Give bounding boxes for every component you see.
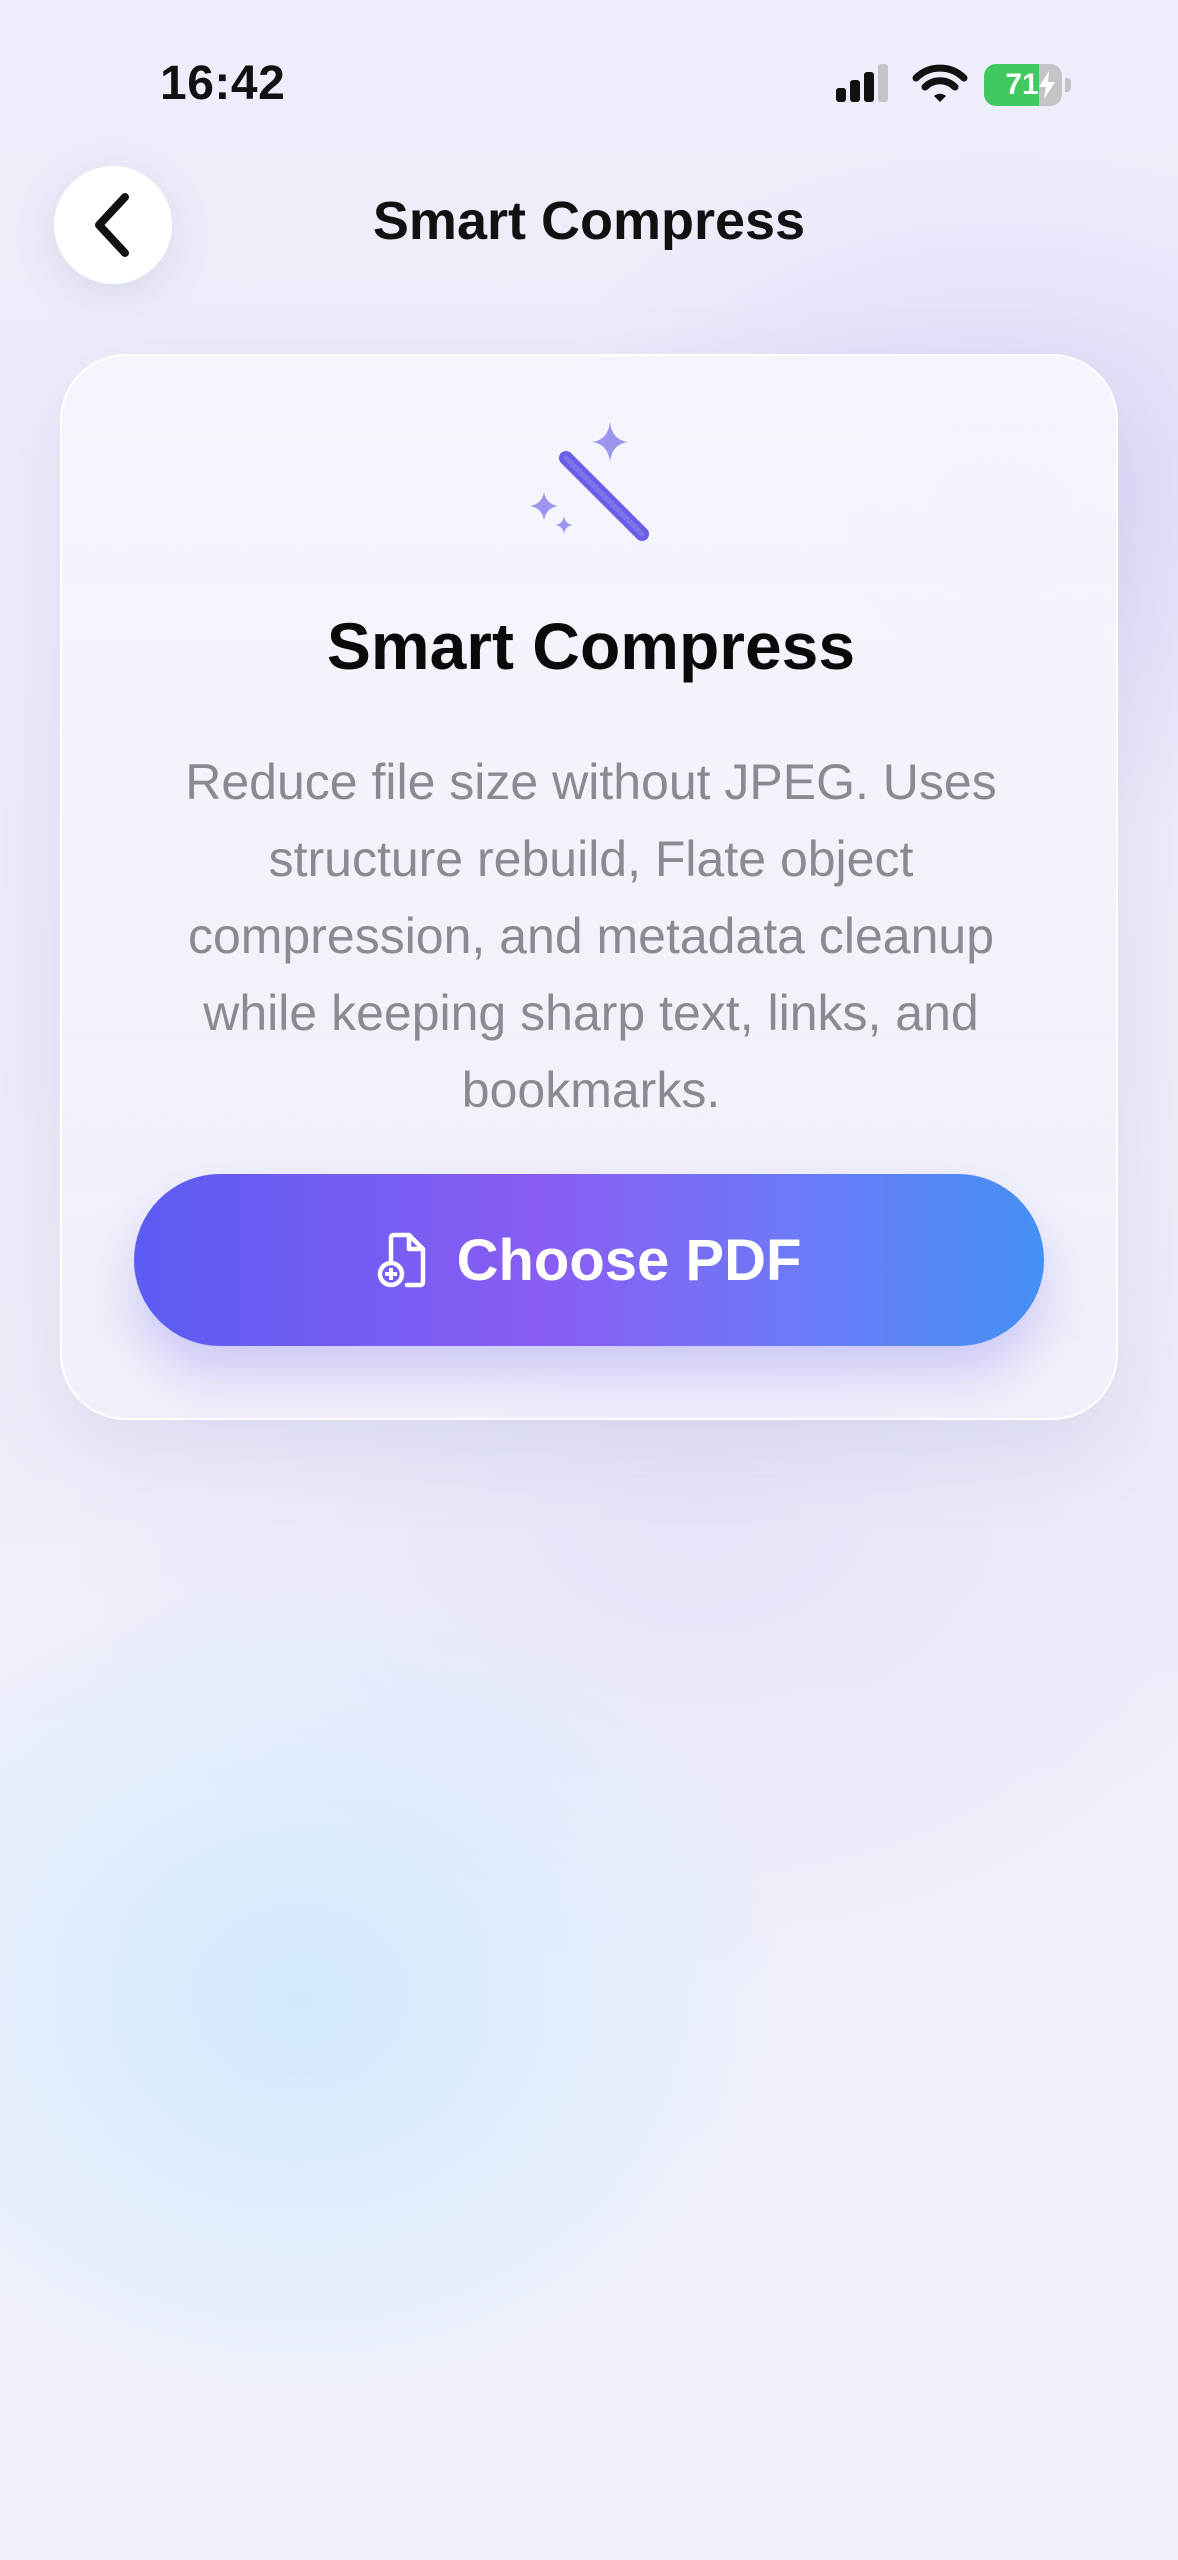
- battery-cap: [1065, 78, 1071, 92]
- back-button[interactable]: [54, 166, 172, 284]
- card-title: Smart Compress: [326, 609, 856, 683]
- file-plus-icon: [377, 1232, 425, 1288]
- wifi-icon: [912, 64, 968, 102]
- page-title: Smart Compress: [372, 191, 806, 251]
- chevron-left-icon: [95, 193, 129, 257]
- choose-pdf-button[interactable]: Choose PDF: [134, 1174, 1044, 1346]
- bolt-icon: [1039, 71, 1055, 99]
- status-time: 16:42: [160, 57, 286, 110]
- cellular-signal-icon: [836, 64, 888, 102]
- feature-card: Smart Compress Reduce file size without …: [60, 354, 1118, 1420]
- battery-indicator: 71: [984, 64, 1072, 106]
- magic-wand-icon: [530, 422, 649, 541]
- card-description: Reduce file size without JPEG. Uses stru…: [185, 754, 997, 1118]
- choose-pdf-label: Choose PDF: [456, 1227, 802, 1293]
- status-bar: 16:42 71: [0, 0, 1178, 150]
